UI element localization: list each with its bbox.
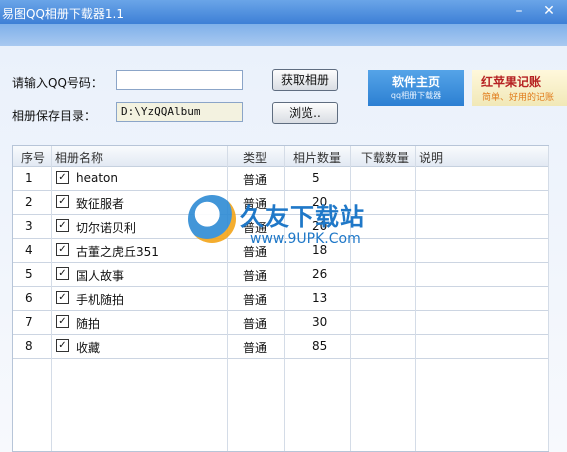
album-checkbox[interactable]: ✓: [56, 267, 69, 280]
watermark: 久友下载站 www.9UPK.Com: [188, 195, 373, 255]
row-number: 7: [25, 315, 33, 329]
fetch-album-button[interactable]: 获取相册: [272, 69, 338, 91]
album-name: 致征服者: [76, 197, 125, 211]
album-checkbox[interactable]: ✓: [56, 243, 69, 256]
album-checkbox[interactable]: ✓: [56, 291, 69, 304]
watermark-logo-icon: [188, 195, 236, 243]
header-type: 类型: [243, 151, 268, 165]
window-title: 易图QQ相册下载器1.1: [2, 7, 124, 21]
header-name: 相册名称: [55, 151, 104, 165]
album-name: heaton: [76, 171, 118, 185]
table-row[interactable]: 8 ✓ 收藏 普通 85: [13, 334, 548, 359]
photo-count: 13: [312, 291, 328, 305]
column-divider: [284, 146, 285, 451]
homepage-banner[interactable]: 软件主页 qq相册下载器: [368, 70, 464, 106]
album-checkbox[interactable]: ✓: [56, 339, 69, 352]
row-number: 6: [25, 291, 33, 305]
row-number: 2: [25, 195, 33, 209]
close-button[interactable]: ✕: [538, 2, 560, 20]
qq-input[interactable]: [116, 70, 243, 90]
browse-button[interactable]: 浏览..: [272, 102, 338, 124]
column-divider: [227, 146, 228, 451]
header-downloaded: 下载数量: [361, 151, 410, 165]
dir-label: 相册保存目录：: [12, 109, 97, 123]
ad-banner[interactable]: 红苹果记账 简单、好用的记账: [472, 70, 567, 106]
title-bar: 易图QQ相册下载器1.1 – ✕: [0, 0, 567, 24]
ad-banner-sub: 简单、好用的记账: [482, 93, 555, 103]
table-row[interactable]: 6 ✓ 手机随拍 普通 13: [13, 286, 548, 311]
album-checkbox[interactable]: ✓: [56, 171, 69, 184]
header-no: 序号: [21, 151, 46, 165]
row-number: 3: [25, 219, 33, 233]
table-row[interactable]: 7 ✓ 随拍 普通 30: [13, 310, 548, 335]
row-number: 8: [25, 339, 33, 353]
photo-count: 30: [312, 315, 328, 329]
row-number: 5: [25, 267, 33, 281]
album-name: 收藏: [76, 341, 101, 355]
watermark-url: www.9UPK.Com: [250, 231, 361, 247]
photo-count: 26: [312, 267, 328, 281]
album-name: 随拍: [76, 317, 101, 331]
photo-count: 85: [312, 339, 328, 353]
table-row[interactable]: 1 ✓ heaton 普通 5: [13, 166, 548, 191]
photo-count: 5: [312, 171, 320, 185]
watermark-title: 久友下载站: [240, 203, 365, 231]
column-divider: [548, 146, 549, 451]
homepage-banner-title: 软件主页: [391, 75, 440, 89]
qq-label: 请输入QQ号码：: [12, 76, 103, 90]
album-type: 普通: [243, 269, 268, 283]
album-table: 序号 相册名称 类型 相片数量 下载数量 说明 1 ✓ heaton 普通 5 2 ✓ 致征服…: [12, 145, 549, 452]
table-header: 序号 相册名称 类型 相片数量 下载数量 说明: [13, 146, 548, 167]
header-count: 相片数量: [293, 151, 342, 165]
ad-banner-title: 红苹果记账: [481, 75, 542, 89]
album-name: 手机随拍: [76, 293, 125, 307]
album-name: 国人故事: [76, 269, 125, 283]
album-type: 普通: [243, 293, 268, 307]
album-checkbox[interactable]: ✓: [56, 195, 69, 208]
album-checkbox[interactable]: ✓: [56, 315, 69, 328]
minimize-button[interactable]: –: [508, 2, 530, 20]
column-divider: [51, 146, 52, 451]
row-number: 4: [25, 243, 33, 257]
column-divider: [415, 146, 416, 451]
save-dir-field[interactable]: D:\YzQQAlbum: [116, 102, 243, 122]
table-row[interactable]: 5 ✓ 国人故事 普通 26: [13, 262, 548, 287]
row-number: 1: [25, 171, 33, 185]
album-name: 切尔诺贝利: [76, 221, 137, 235]
homepage-banner-sub: qq相册下载器: [390, 91, 442, 100]
album-name: 古董之虎丘351: [76, 245, 159, 259]
album-type: 普通: [243, 317, 268, 331]
album-checkbox[interactable]: ✓: [56, 219, 69, 232]
column-divider: [350, 146, 351, 451]
header-band: [0, 24, 567, 46]
header-note: 说明: [419, 151, 444, 165]
album-type: 普通: [243, 173, 268, 187]
album-type: 普通: [243, 341, 268, 355]
